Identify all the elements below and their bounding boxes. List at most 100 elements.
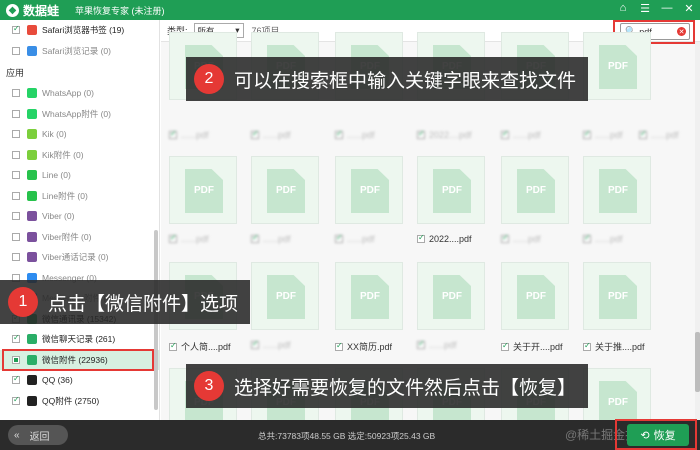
file-checkbox[interactable] <box>335 129 343 139</box>
file-caption[interactable]: ......pdf <box>251 233 291 244</box>
sidebar-item-label: WhatsApp附件 (0) <box>42 108 111 119</box>
file-caption[interactable]: 个人简....pdf <box>169 340 231 353</box>
file-thumbnail[interactable]: PDF <box>583 262 651 330</box>
file-thumbnail[interactable]: PDF <box>583 32 651 100</box>
checkbox[interactable] <box>12 333 20 344</box>
file-caption[interactable]: 关于开....pdf <box>501 340 563 353</box>
file-thumbnail[interactable]: PDF <box>251 156 319 224</box>
file-caption[interactable]: 关于推....pdf <box>583 340 645 353</box>
sidebar-item[interactable]: Viber (0) <box>0 206 159 227</box>
highlight-recover <box>615 419 697 450</box>
file-checkbox[interactable] <box>251 339 259 349</box>
file-thumbnail[interactable]: PDF <box>501 156 569 224</box>
sidebar-item-label: Safari浏览器书签 (19) <box>42 25 125 36</box>
file-thumbnail[interactable]: PDF <box>501 262 569 330</box>
sidebar-item-label: WhatsApp (0) <box>42 88 94 99</box>
file-caption[interactable]: ......pdf <box>501 129 541 140</box>
file-checkbox[interactable] <box>583 341 591 351</box>
app-icon <box>27 395 37 406</box>
checkbox[interactable] <box>12 253 20 262</box>
minimize-icon[interactable]: — <box>660 2 674 15</box>
checkbox[interactable] <box>12 212 20 221</box>
file-caption[interactable]: ......pdf <box>417 339 457 350</box>
sidebar-item[interactable]: WhatsApp附件 (0) <box>0 104 159 125</box>
sidebar-item[interactable]: Line (0) <box>0 165 159 186</box>
checkbox[interactable] <box>12 89 20 98</box>
checkbox[interactable] <box>12 395 20 405</box>
file-thumbnail[interactable]: PDF <box>169 156 237 224</box>
file-thumbnail[interactable]: PDF <box>417 156 485 224</box>
file-caption[interactable]: 2022....pdf <box>417 129 472 140</box>
checkbox[interactable] <box>12 46 20 55</box>
sidebar-item[interactable]: Viber通话记录 (0) <box>0 247 159 268</box>
file-checkbox[interactable] <box>583 129 591 139</box>
file-caption[interactable]: ......pdf <box>583 233 623 244</box>
file-caption[interactable]: ......pdf <box>335 129 375 140</box>
file-name: ......pdf <box>595 234 623 244</box>
pdf-file-icon: PDF <box>517 275 555 319</box>
file-thumbnail[interactable]: PDF <box>251 262 319 330</box>
file-caption[interactable]: ......pdf <box>251 339 291 350</box>
grid-scroll-thumb[interactable] <box>695 332 700 392</box>
sidebar-item[interactable]: Viber附件 (0) <box>0 227 159 248</box>
checkbox[interactable] <box>12 232 20 241</box>
sidebar-item[interactable]: WhatsApp (0) <box>0 83 159 104</box>
sidebar-item[interactable]: 微信聊天记录 (261) <box>0 329 159 350</box>
file-checkbox[interactable] <box>501 129 509 139</box>
sidebar-item[interactable]: Kik附件 (0) <box>0 145 159 166</box>
app-subtitle: 苹果恢复专家 (未注册) <box>75 5 165 16</box>
close-icon[interactable]: ✕ <box>682 2 696 15</box>
pdf-label: PDF <box>608 397 628 408</box>
file-checkbox[interactable] <box>583 233 591 243</box>
sidebar-item[interactable]: Safari浏览记录 (0) <box>0 41 159 62</box>
file-checkbox[interactable] <box>169 129 177 139</box>
file-thumbnail[interactable]: PDF <box>335 262 403 330</box>
file-thumbnail[interactable]: PDF <box>335 156 403 224</box>
sidebar-item[interactable]: Line附件 (0) <box>0 186 159 207</box>
file-checkbox[interactable] <box>251 129 259 139</box>
section-title: 应用 <box>6 67 25 78</box>
sidebar-item[interactable]: Kik (0) <box>0 124 159 145</box>
file-checkbox[interactable] <box>335 341 343 351</box>
file-checkbox[interactable] <box>335 233 343 243</box>
checkbox[interactable] <box>12 109 20 118</box>
file-caption[interactable]: ......pdf <box>501 233 541 244</box>
file-thumbnail[interactable]: PDF <box>417 262 485 330</box>
file-caption[interactable]: ......pdf <box>251 129 291 140</box>
checkbox[interactable] <box>12 171 20 180</box>
file-caption[interactable]: ......pdf <box>169 129 209 140</box>
checkbox[interactable] <box>12 191 20 200</box>
menu-icon[interactable]: ☰ <box>638 2 652 15</box>
file-caption[interactable]: XX简历.pdf <box>335 340 392 353</box>
checkbox[interactable] <box>12 24 20 35</box>
file-checkbox[interactable] <box>169 341 177 351</box>
file-checkbox[interactable] <box>501 341 509 351</box>
file-thumbnail[interactable]: PDF <box>583 156 651 224</box>
file-checkbox[interactable] <box>417 339 425 349</box>
file-caption[interactable]: 2022....pdf <box>417 233 472 244</box>
file-checkbox[interactable] <box>417 129 425 139</box>
file-checkbox[interactable] <box>639 129 647 139</box>
checkbox[interactable] <box>12 130 20 139</box>
file-caption[interactable]: ......pdf <box>639 129 679 140</box>
file-caption[interactable]: ......pdf <box>583 129 623 140</box>
file-caption[interactable]: ......pdf <box>169 233 209 244</box>
home-icon[interactable]: ⌂ <box>616 2 630 15</box>
back-button[interactable]: « 返回 <box>8 425 68 445</box>
file-checkbox[interactable] <box>169 233 177 243</box>
callout-step-3: 3 选择好需要恢复的文件然后点击【恢复】 <box>186 364 589 408</box>
callout-text-1: 点击【微信附件】选项 <box>48 293 239 315</box>
checkbox[interactable] <box>12 150 20 159</box>
sidebar-item[interactable]: Safari浏览器书签 (19) <box>0 20 159 41</box>
checkbox[interactable] <box>12 374 20 385</box>
back-label: 返回 <box>29 431 50 443</box>
file-checkbox[interactable] <box>501 233 509 243</box>
app-icon <box>27 108 37 119</box>
file-name: ......pdf <box>347 130 375 140</box>
file-checkbox[interactable] <box>417 233 425 243</box>
sidebar-item[interactable]: QQ (36) <box>0 370 159 391</box>
sidebar-item[interactable]: QQ附件 (2750) <box>0 391 159 412</box>
file-checkbox[interactable] <box>251 233 259 243</box>
file-caption[interactable]: ......pdf <box>335 233 375 244</box>
grid-scrollbar[interactable] <box>695 42 700 428</box>
